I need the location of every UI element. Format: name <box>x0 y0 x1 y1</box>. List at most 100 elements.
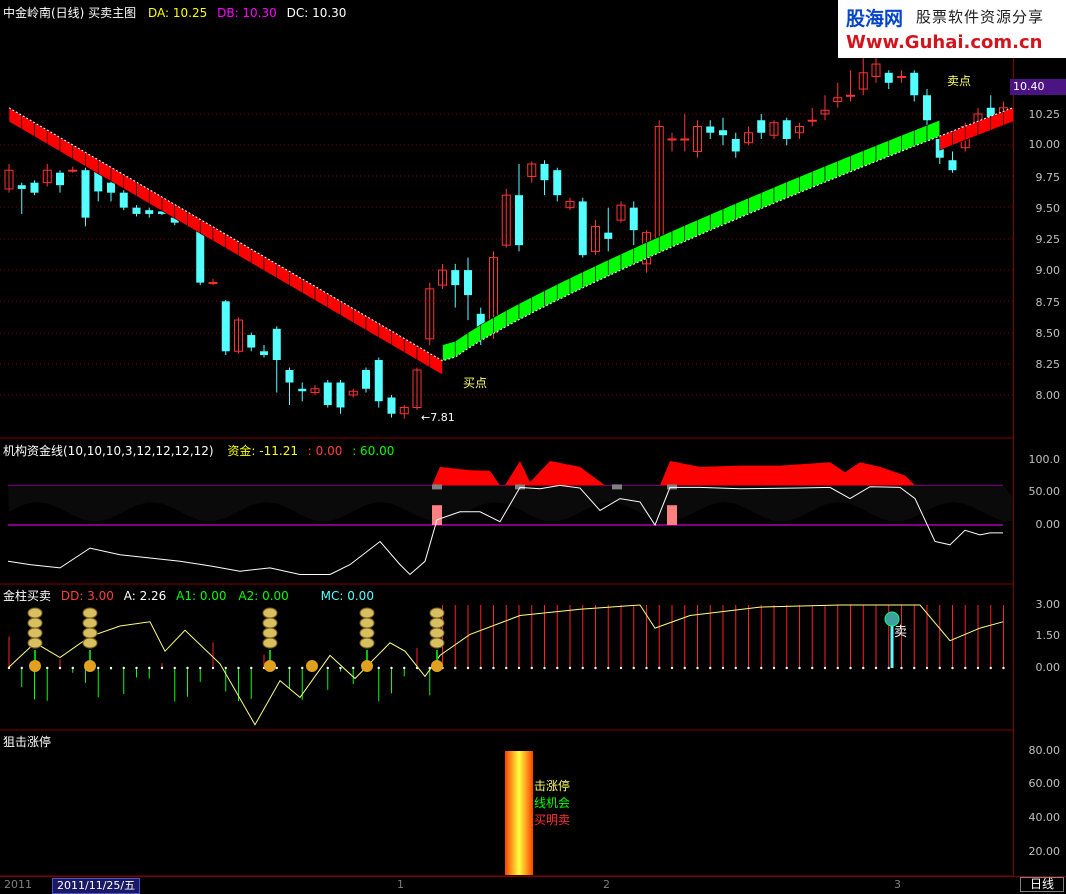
trend-band-segment <box>799 170 813 194</box>
gold-zero-dot <box>339 666 342 670</box>
gold-zero-dot <box>58 666 62 670</box>
candle-body-up <box>846 94 855 97</box>
gold-zero-dot <box>836 666 839 670</box>
gold-coin <box>27 607 43 619</box>
axis-tick: 9.75 <box>1035 171 1061 184</box>
period-button[interactable]: 日线 <box>1020 877 1064 892</box>
limit-title: 狙击涨停 <box>3 735 52 749</box>
gold-zero-dot <box>938 666 941 670</box>
gold-zero-dot <box>20 666 23 670</box>
candle-body-down <box>757 120 766 133</box>
trend-band-segment <box>378 323 392 346</box>
gold-zero-dot <box>913 666 916 670</box>
gold-zero-dot <box>964 666 967 670</box>
trend-band-segment <box>531 290 545 314</box>
axis-tick: 8.00 <box>1035 389 1061 402</box>
gold-zero-dot <box>403 666 406 670</box>
fund-red-area <box>432 460 915 486</box>
candle-body-down <box>132 207 141 214</box>
gold-up-icon <box>431 660 443 672</box>
main-title: 中金岭南(日线) 买卖主图 <box>3 6 137 20</box>
limit-axis-tick: 80.00 <box>1028 744 1061 757</box>
gold-axis-tick: 0.00 <box>1035 661 1061 674</box>
candle-body-down <box>540 163 549 181</box>
candle-body-down <box>578 201 587 256</box>
guhai-logo: 股海网 股票软件资源分享 Www.Guhai.com.cn <box>838 0 1066 58</box>
month-tick-3: 3 <box>894 878 901 891</box>
gold-zero-dot <box>696 666 699 670</box>
gold-zero-dot <box>862 666 865 670</box>
month-tick-2: 2 <box>603 878 610 891</box>
trend-band-segment <box>888 134 902 157</box>
gold-up-icon <box>29 660 41 672</box>
candle-body-down <box>604 232 613 239</box>
gold-zero-dot <box>670 666 674 670</box>
trend-band-segment <box>850 150 864 173</box>
candle-body-down <box>285 370 294 383</box>
price-axis[interactable] <box>1013 0 1066 892</box>
trend-band-segment <box>59 137 74 160</box>
candle-body-up <box>68 169 78 172</box>
candle-body-down <box>362 370 370 389</box>
candle-body-down <box>374 360 383 402</box>
gold-coin <box>262 617 278 629</box>
gold-zero-dot <box>505 666 508 670</box>
logo-url: Www.Guhai.com.cn <box>846 32 1043 53</box>
gold-zero-dot <box>900 666 903 670</box>
fund-value: 资金: -11.21 <box>227 444 298 458</box>
db-value: DB: 10.30 <box>217 6 277 20</box>
trend-band-segment <box>212 226 227 249</box>
gold-axis-tick: 1.50 <box>1035 629 1061 642</box>
axis-tick: 9.50 <box>1035 202 1061 215</box>
trend-band-segment <box>289 270 303 294</box>
gold-zero-dot <box>377 666 380 670</box>
candle-body-down <box>247 335 256 348</box>
candle-body-down <box>706 126 715 133</box>
limit-axis-tick: 20.00 <box>1028 845 1061 858</box>
trend-band-segment <box>250 248 265 272</box>
buy-point-label: 买点 <box>463 376 488 390</box>
candle-body-down <box>221 301 230 352</box>
trend-band-segment <box>658 230 673 254</box>
gold-zero-dot <box>607 666 610 670</box>
fund-axis-tick: 50.00 <box>1028 485 1061 498</box>
candle-body-down <box>451 270 460 286</box>
gold-coin <box>27 627 43 639</box>
gold-zero-dot <box>772 666 776 670</box>
current-price-box: 10.40 <box>1010 79 1066 95</box>
candle-body-down <box>553 170 562 196</box>
candle-body-down <box>387 397 396 414</box>
gold-zero-dot <box>543 666 546 670</box>
gold-coin <box>359 617 375 629</box>
gold-zero-dot <box>173 666 176 670</box>
trend-band-segment <box>416 345 431 368</box>
axis-tick: 10.00 <box>1028 138 1061 151</box>
gold-zero-dot <box>390 666 393 670</box>
gold-zero-dot <box>645 666 648 670</box>
gold-zero-dot <box>785 666 788 670</box>
gold-coin <box>27 637 43 649</box>
trend-band-segment <box>939 130 953 151</box>
gold-zero-dot <box>301 666 304 670</box>
gold-coin <box>27 617 43 629</box>
gold-axis-tick: 3.00 <box>1035 598 1061 611</box>
gold-zero-dot <box>798 666 801 670</box>
gold-zero-dot <box>492 666 495 670</box>
sell-point-label: 卖点 <box>947 74 972 88</box>
candle-body-down <box>298 388 307 392</box>
candle-body-down <box>731 138 740 152</box>
gold-zero-dot <box>874 666 878 670</box>
candle-body-down <box>17 185 26 189</box>
trend-band-segment <box>760 186 775 210</box>
trend-band-segment <box>875 139 890 162</box>
limit-line1: 击涨停 <box>534 779 571 793</box>
gold-coin <box>82 637 98 649</box>
logo-brand: 股海网 <box>846 8 904 30</box>
logo-slogan: 股票软件资源分享 <box>916 8 1045 26</box>
fund-value-3: : 60.00 <box>352 444 395 458</box>
dc-value: DC: 10.30 <box>286 6 347 20</box>
trend-band-segment <box>454 332 469 358</box>
fund-gray-marker <box>612 484 622 490</box>
trend-band-segment <box>493 309 507 334</box>
fund-title: 机构资金线(10,10,10,3,12,12,12,12) <box>3 444 214 458</box>
